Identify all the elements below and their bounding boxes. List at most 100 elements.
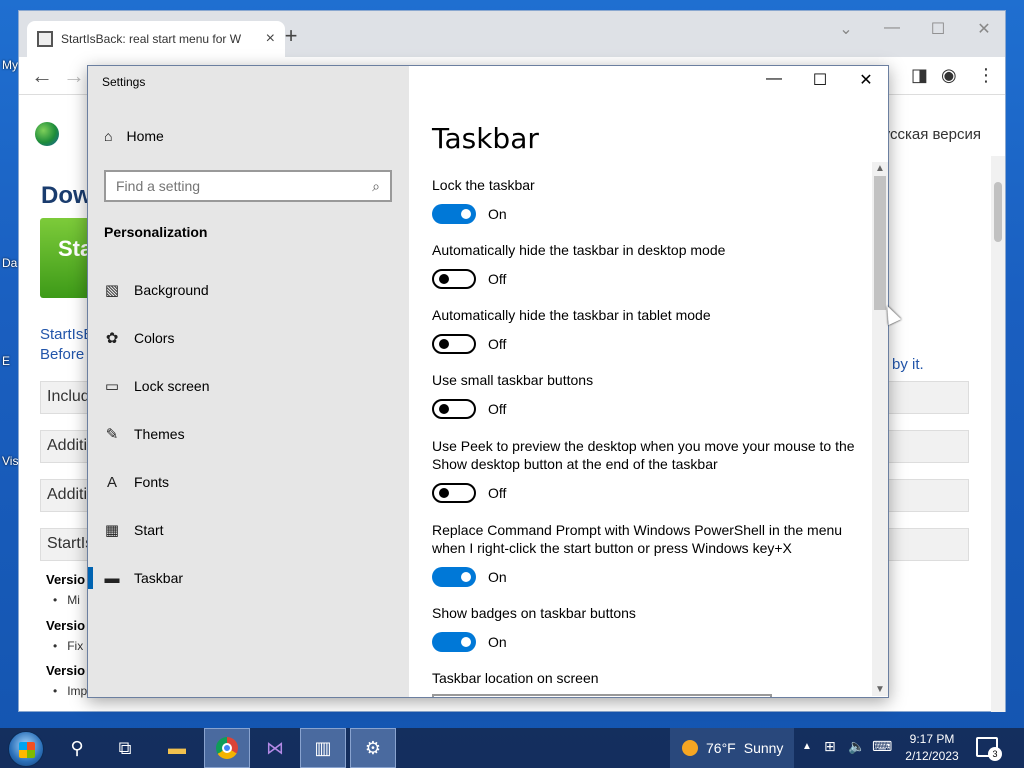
visual-studio-icon: ⋈ (266, 737, 284, 758)
taskbar: ⚲ ⧉ ▬ ⋈ ▥ ⚙ 76°F Sunny ▲ ⊞ 🔈 ⌨ 9:17 PM 2… (0, 728, 1024, 768)
nav-item-themes[interactable]: ✎ Themes (88, 412, 409, 456)
settings-scrollbar[interactable]: ▲ ▼ (872, 162, 888, 696)
peek-toggle[interactable] (432, 483, 476, 503)
nav-item-background[interactable]: ▧ Background (88, 268, 409, 312)
clock-date: 2/12/2023 (905, 749, 959, 763)
browser-scroll-thumb[interactable] (994, 182, 1002, 242)
startisback-button[interactable]: ▥ (300, 728, 346, 768)
clock[interactable]: 9:17 PM 2/12/2023 (898, 731, 966, 765)
toggle-knob (439, 404, 449, 414)
nav-item-label: Lock screen (134, 378, 210, 394)
nav-item-label: Fonts (134, 474, 170, 490)
window-title: Settings (102, 75, 146, 89)
version-note-text: Fix (67, 639, 84, 653)
chrome-button[interactable] (204, 728, 250, 768)
volume-icon[interactable]: 🔈 (848, 738, 865, 755)
weather-widget[interactable]: 76°F Sunny (670, 728, 794, 768)
nav-item-label: Background (134, 282, 209, 298)
browser-menu-icon[interactable]: ⋮ (977, 65, 995, 86)
toggle-state: Off (488, 485, 507, 501)
taskbar-location-dropdown[interactable] (432, 694, 772, 697)
powershell-toggle[interactable] (432, 567, 476, 587)
minimize-button[interactable]: — (751, 70, 797, 88)
nav-item-lock-screen[interactable]: ▭ Lock screen (88, 364, 409, 408)
settings-content: — ☐ ✕ Taskbar Lock the taskbar On Automa… (409, 66, 888, 697)
task-view-button[interactable]: ⧉ (102, 728, 148, 768)
page-heading: Dow (41, 182, 92, 209)
toggle-knob (461, 209, 471, 219)
nav-item-colors[interactable]: ✿ Colors (88, 316, 409, 360)
search-taskbar-button[interactable]: ⚲ (54, 728, 100, 768)
version-note: • Imp (53, 684, 88, 698)
toggle-state: Off (488, 401, 507, 417)
visual-studio-button[interactable]: ⋈ (252, 728, 298, 768)
back-icon[interactable]: ← (31, 63, 53, 89)
version-note: • Mi (53, 593, 80, 607)
site-logo-icon (35, 122, 59, 146)
file-explorer-button[interactable]: ▬ (154, 728, 200, 768)
folder-icon: ▬ (168, 737, 186, 758)
search-input[interactable] (116, 178, 373, 194)
scroll-thumb[interactable] (874, 176, 886, 310)
forward-icon[interactable]: → (63, 63, 85, 89)
app-icon: ▥ (314, 737, 332, 758)
option-label: Taskbar location on screen (432, 670, 599, 686)
desktop-icon-label: Da (2, 256, 18, 270)
new-tab-button[interactable]: + (279, 23, 303, 49)
nav-item-label: Start (134, 522, 164, 538)
keyboard-icon[interactable]: ⌨ (872, 738, 892, 755)
scroll-down-icon[interactable]: ▼ (872, 684, 888, 695)
home-nav-item[interactable]: ⌂ Home (104, 128, 164, 144)
start-button[interactable] (8, 731, 44, 767)
toggle-state: On (488, 206, 507, 222)
network-icon[interactable]: ⊞ (824, 738, 836, 755)
tab-search-icon[interactable]: ⌄ (831, 19, 861, 39)
option-label: Lock the taskbar (432, 177, 535, 193)
option-label: Automatically hide the taskbar in tablet… (432, 307, 711, 323)
page-text: by it. (892, 356, 924, 373)
option-label: Use small taskbar buttons (432, 372, 594, 388)
browser-minimize-button[interactable]: — (877, 19, 907, 37)
windows-logo-icon (19, 742, 35, 758)
lock-taskbar-toggle[interactable] (432, 204, 476, 224)
settings-taskbar-button[interactable]: ⚙ (350, 728, 396, 768)
nav-item-taskbar[interactable]: ▬ Taskbar (88, 556, 409, 600)
autohide-desktop-toggle[interactable] (432, 269, 476, 289)
autohide-tablet-toggle[interactable] (432, 334, 476, 354)
version-note-text: Mi (67, 593, 80, 607)
small-buttons-toggle[interactable] (432, 399, 476, 419)
version-note-text: Imp (67, 684, 88, 698)
browser-tab[interactable]: StartIsBack: real start menu for W × (27, 21, 285, 57)
desktop-icon-label: My (2, 58, 18, 72)
search-box[interactable]: ⌕ (104, 170, 392, 202)
side-panel-icon[interactable]: ◨ (911, 65, 928, 86)
toggle-state: Off (488, 271, 507, 287)
settings-window: Settings ⌂ Home ⌕ Personalization ▧ Back… (87, 65, 889, 698)
desktop-icon-label: E (2, 354, 11, 368)
nav-item-label: Colors (134, 330, 175, 346)
desktop-icon-label: Vis (2, 454, 19, 468)
search-icon: ⌕ (372, 177, 380, 194)
toggle-state: On (488, 569, 507, 585)
home-icon: ⌂ (104, 128, 113, 144)
nav-item-start[interactable]: ▦ Start (88, 508, 409, 552)
close-button[interactable]: ✕ (843, 70, 888, 90)
browser-close-button[interactable]: ✕ (969, 19, 999, 39)
section-title: Personalization (104, 224, 208, 240)
browser-maximize-button[interactable]: ☐ (923, 19, 953, 39)
scroll-up-icon[interactable]: ▲ (872, 163, 888, 174)
notification-center-icon[interactable]: 3 (976, 737, 1002, 761)
browser-tabstrip: StartIsBack: real start menu for W × + ⌄… (19, 11, 1005, 57)
maximize-button[interactable]: ☐ (797, 70, 843, 90)
tab-close-icon[interactable]: × (266, 30, 275, 48)
nav-item-fonts[interactable]: A Fonts (88, 460, 409, 504)
task-view-icon: ⧉ (118, 737, 132, 758)
option-label: Use Peek to preview the desktop when you… (432, 438, 855, 472)
profile-icon[interactable]: ◉ (941, 65, 957, 86)
themes-icon: ✎ (105, 426, 119, 443)
nav-item-label: Themes (134, 426, 185, 442)
option-label: Automatically hide the taskbar in deskto… (432, 242, 726, 258)
tray-overflow-icon[interactable]: ▲ (802, 741, 812, 752)
badges-toggle[interactable] (432, 632, 476, 652)
browser-scrollbar[interactable] (991, 156, 1005, 712)
